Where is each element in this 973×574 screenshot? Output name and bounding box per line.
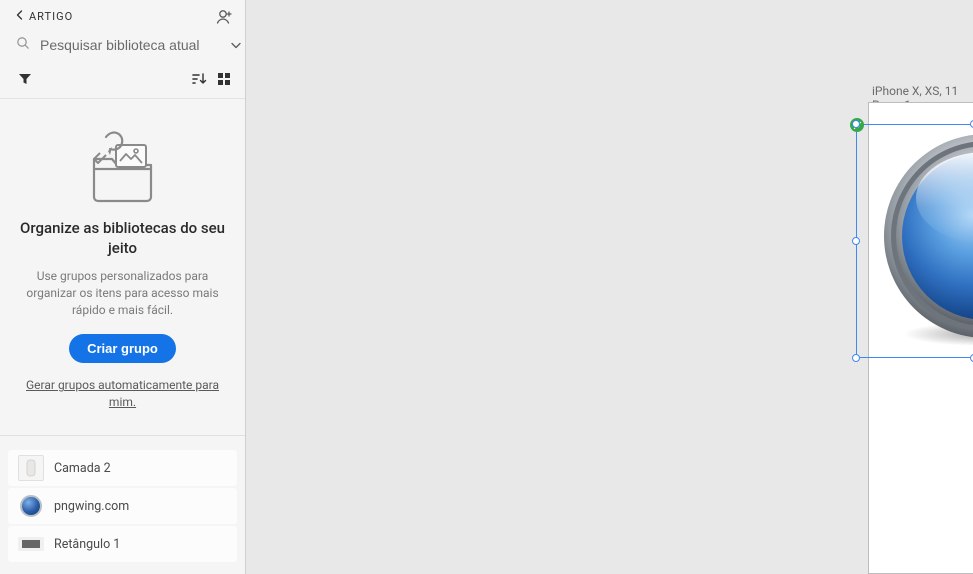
back-button[interactable]: ARTIGO — [16, 10, 73, 23]
item-thumbnail — [20, 495, 42, 517]
item-label: Retângulo 1 — [54, 537, 120, 552]
auto-generate-link[interactable]: Gerar grupos automaticamente para mim. — [14, 377, 231, 411]
sort-icon[interactable] — [191, 72, 207, 90]
back-label: ARTIGO — [29, 10, 73, 23]
item-label: pngwing.com — [54, 499, 129, 514]
folder-illustration-icon — [78, 123, 168, 205]
divider — [0, 435, 245, 436]
library-toolbar — [0, 64, 245, 99]
organize-panel: Organize as bibliotecas do seu jeito Use… — [0, 99, 245, 429]
search-input[interactable] — [40, 37, 221, 53]
invite-user-icon[interactable] — [215, 8, 231, 24]
panel-title: Organize as bibliotecas do seu jeito — [14, 219, 231, 258]
libraries-sidebar: ARTIGO — [0, 0, 246, 574]
library-item[interactable]: Camada 2 — [8, 450, 237, 486]
library-item[interactable]: pngwing.com — [8, 488, 237, 524]
item-label: Camada 2 — [54, 461, 111, 476]
create-group-button[interactable]: Criar grupo — [69, 334, 176, 363]
selection-handle[interactable] — [852, 354, 860, 362]
filter-icon[interactable] — [18, 73, 32, 89]
library-items-list: Camada 2 pngwing.com Retângulo 1 — [0, 448, 245, 574]
search-row — [0, 30, 245, 64]
search-icon — [16, 36, 30, 54]
library-item[interactable]: Retângulo 1 — [8, 526, 237, 562]
selection-handle[interactable] — [852, 120, 860, 128]
chevron-down-icon[interactable] — [231, 39, 241, 52]
chevron-left-icon — [16, 10, 23, 23]
item-thumbnail — [18, 455, 44, 481]
sidebar-header: ARTIGO — [0, 0, 245, 30]
toolbar-right — [191, 72, 231, 90]
panel-description: Use grupos personalizados para organizar… — [14, 268, 231, 318]
link-badge-icon — [850, 118, 864, 132]
item-thumbnail — [18, 537, 44, 551]
selected-image[interactable] — [880, 126, 973, 348]
selection-handle[interactable] — [852, 237, 860, 245]
grid-view-icon[interactable] — [217, 72, 231, 90]
canvas[interactable]: iPhone X, XS, 11 Pro – 1 — [246, 0, 973, 574]
